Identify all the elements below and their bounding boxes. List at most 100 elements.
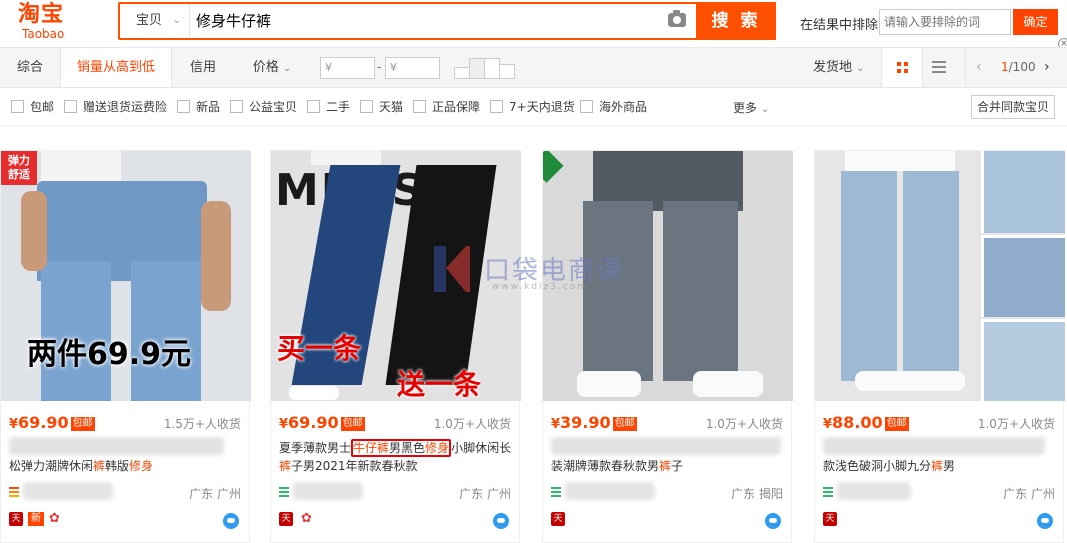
sales-count: 1.5万+人收货 bbox=[163, 417, 241, 431]
title-text: 松弹力潮牌休闲 bbox=[9, 459, 94, 473]
header: 淘宝 Taobao 宝贝 ⌄ 修身牛仔裤 搜 索 在结果中排除 确定 × bbox=[0, 0, 1067, 50]
blurred-shop-name[interactable] bbox=[23, 482, 113, 500]
sort-tab-default[interactable]: 综合 bbox=[0, 48, 60, 87]
price-value: 69.90 bbox=[288, 413, 339, 432]
title-text: 款浅色破洞小脚九分 bbox=[823, 459, 932, 473]
exclude-input[interactable] bbox=[879, 9, 1011, 35]
sort-tab-price[interactable]: 价格 ⌄ bbox=[244, 48, 300, 87]
blurred-title bbox=[551, 437, 781, 455]
chat-icon[interactable] bbox=[493, 513, 509, 529]
filter-charity[interactable]: 公益宝贝 bbox=[230, 99, 297, 115]
next-page-icon[interactable]: › bbox=[1044, 48, 1050, 86]
checkbox[interactable] bbox=[360, 100, 373, 113]
sales-count: 1.0万+人收货 bbox=[705, 417, 783, 431]
sales-count: 1.0万+人收货 bbox=[977, 417, 1055, 431]
filter-tmall[interactable]: 天猫 bbox=[360, 99, 403, 115]
product-title[interactable]: 装潮牌薄款春秋款男裤子 bbox=[551, 457, 787, 475]
grid-view-icon[interactable] bbox=[881, 48, 923, 87]
price-max-input[interactable]: ¥ bbox=[385, 57, 440, 79]
filter-7day-return[interactable]: 7+天内退货 bbox=[490, 99, 575, 115]
product-image[interactable]: 弹力 舒适 两件69.9元 bbox=[1, 151, 251, 401]
tmall-icon: 天 bbox=[279, 512, 293, 526]
filter-genuine[interactable]: 正品保障 bbox=[413, 99, 480, 115]
filter-label: 二手 bbox=[326, 100, 351, 114]
filter-free-shipping[interactable]: 包邮 bbox=[11, 99, 54, 115]
promo-text: 送一条 bbox=[397, 368, 482, 401]
search-input[interactable]: 修身牛仔裤 bbox=[196, 4, 666, 38]
checkbox[interactable] bbox=[11, 100, 24, 113]
price-range-dash: - bbox=[377, 60, 382, 74]
title-highlight: 修身 bbox=[425, 441, 450, 455]
checkbox[interactable] bbox=[64, 100, 77, 113]
chevron-down-icon: ⌄ bbox=[282, 63, 292, 74]
list-view-icon[interactable] bbox=[932, 61, 946, 74]
exclude-confirm-button[interactable]: 确定 bbox=[1013, 9, 1058, 35]
checkbox[interactable] bbox=[177, 100, 190, 113]
chat-icon[interactable] bbox=[765, 513, 781, 529]
title-highlight: 裤 bbox=[659, 459, 672, 473]
merge-same-items-button[interactable]: 合并同款宝贝 bbox=[971, 95, 1055, 119]
shop-icon bbox=[551, 487, 561, 497]
filter-new[interactable]: 新品 bbox=[177, 99, 220, 115]
title-text: 装潮牌薄款春秋款男 bbox=[551, 459, 660, 473]
product-title[interactable]: 松弹力潮牌休闲裤韩版修身 bbox=[9, 457, 245, 475]
new-tag: 新 bbox=[28, 512, 44, 526]
prev-page-icon[interactable]: ‹ bbox=[976, 48, 982, 86]
price-range-bars-icon[interactable] bbox=[454, 58, 516, 79]
location: 广东 广州 bbox=[459, 487, 511, 501]
checkbox[interactable] bbox=[230, 100, 243, 113]
price-value: 39.90 bbox=[560, 413, 611, 432]
flower-icon: ✿ bbox=[301, 511, 312, 526]
tmall-icon: 天 bbox=[823, 512, 837, 526]
product-image[interactable] bbox=[815, 151, 1065, 401]
search-button[interactable]: 搜 索 bbox=[696, 2, 776, 40]
price-value: 88.00 bbox=[832, 413, 883, 432]
chat-icon[interactable] bbox=[223, 513, 239, 529]
logo-en: Taobao bbox=[22, 27, 65, 41]
filter-label: 新品 bbox=[196, 100, 221, 114]
product-card[interactable]: ¥88.00 包邮 1.0万+人收货 款浅色破洞小脚九分裤男 广东 广州 天 bbox=[814, 150, 1065, 543]
product-title[interactable]: 款浅色破洞小脚九分裤男 bbox=[823, 457, 1059, 475]
free-shipping-tag: 包邮 bbox=[340, 417, 365, 431]
shop-icon bbox=[823, 487, 833, 497]
product-card[interactable]: ¥39.90 包邮 1.0万+人收货 装潮牌薄款春秋款男裤子 广东 揭阳 天 bbox=[542, 150, 793, 543]
current-page: 1 bbox=[1001, 60, 1009, 74]
currency: ¥ bbox=[823, 417, 833, 432]
blurred-shop-name[interactable] bbox=[565, 482, 655, 500]
title-text: 子男2021年新款春秋款 bbox=[291, 459, 418, 473]
product-card[interactable]: MENS 买一条 送一条 ¥69.90包邮 1.0万+人收货 夏季薄款男士牛仔裤… bbox=[270, 150, 521, 543]
product-title[interactable]: 夏季薄款男士 牛仔裤男黑色修身 小脚休闲长 裤子男2021年新款春秋款 bbox=[279, 439, 515, 475]
filter-secondhand[interactable]: 二手 bbox=[307, 99, 350, 115]
pager: ‹ 1/100 › bbox=[965, 48, 1067, 87]
sort-tab-sales[interactable]: 销量从高到低 bbox=[60, 48, 172, 87]
product-card[interactable]: 弹力 舒适 两件69.9元 ¥69.90 包邮 1.5万+人收货 松弹力潮牌休闲裤… bbox=[0, 150, 251, 543]
price-value: 69.90 bbox=[18, 413, 69, 432]
title-text: 男黑色 bbox=[389, 441, 426, 455]
price-min-input[interactable]: ¥ bbox=[320, 57, 375, 79]
blurred-shop-name[interactable] bbox=[837, 482, 911, 500]
title-text: 小脚休闲长 bbox=[451, 441, 512, 455]
title-highlight: 修身 bbox=[129, 459, 154, 473]
checkbox[interactable] bbox=[413, 100, 426, 113]
title-text: 韩版 bbox=[105, 459, 130, 473]
search-scope-select[interactable]: 宝贝 ⌄ bbox=[120, 4, 190, 38]
chat-icon[interactable] bbox=[1037, 513, 1053, 529]
more-filters-button[interactable]: 更多 ⌄ bbox=[733, 99, 769, 116]
blurred-shop-name[interactable] bbox=[293, 482, 363, 500]
taobao-logo[interactable]: 淘宝 Taobao bbox=[18, 2, 80, 42]
ship-from-filter[interactable]: 发货地 ⌄ bbox=[813, 48, 865, 88]
title-highlight: 裤 bbox=[931, 459, 944, 473]
shop-icon bbox=[279, 487, 289, 497]
checkbox[interactable] bbox=[490, 100, 503, 113]
shop-icon bbox=[9, 487, 19, 497]
sort-tab-credit[interactable]: 信用 bbox=[172, 48, 234, 87]
watermark: 口袋电商课 www.kdiz3.com bbox=[432, 244, 628, 294]
filter-row: 包邮 赠送退货运费险 新品 公益宝贝 二手 天猫 正品保障 7+天内退货 海外商… bbox=[0, 88, 1067, 126]
filter-return-insurance[interactable]: 赠送退货运费险 bbox=[64, 99, 167, 115]
checkbox[interactable] bbox=[580, 100, 593, 113]
sort-bar: 综合 销量从高到低 信用 价格 ⌄ ¥ - ¥ 发货地 ⌄ ‹ 1/100 › bbox=[0, 47, 1067, 88]
camera-icon[interactable] bbox=[668, 10, 686, 27]
filter-overseas[interactable]: 海外商品 bbox=[580, 99, 647, 115]
checkbox[interactable] bbox=[307, 100, 320, 113]
currency: ¥ bbox=[9, 417, 19, 432]
